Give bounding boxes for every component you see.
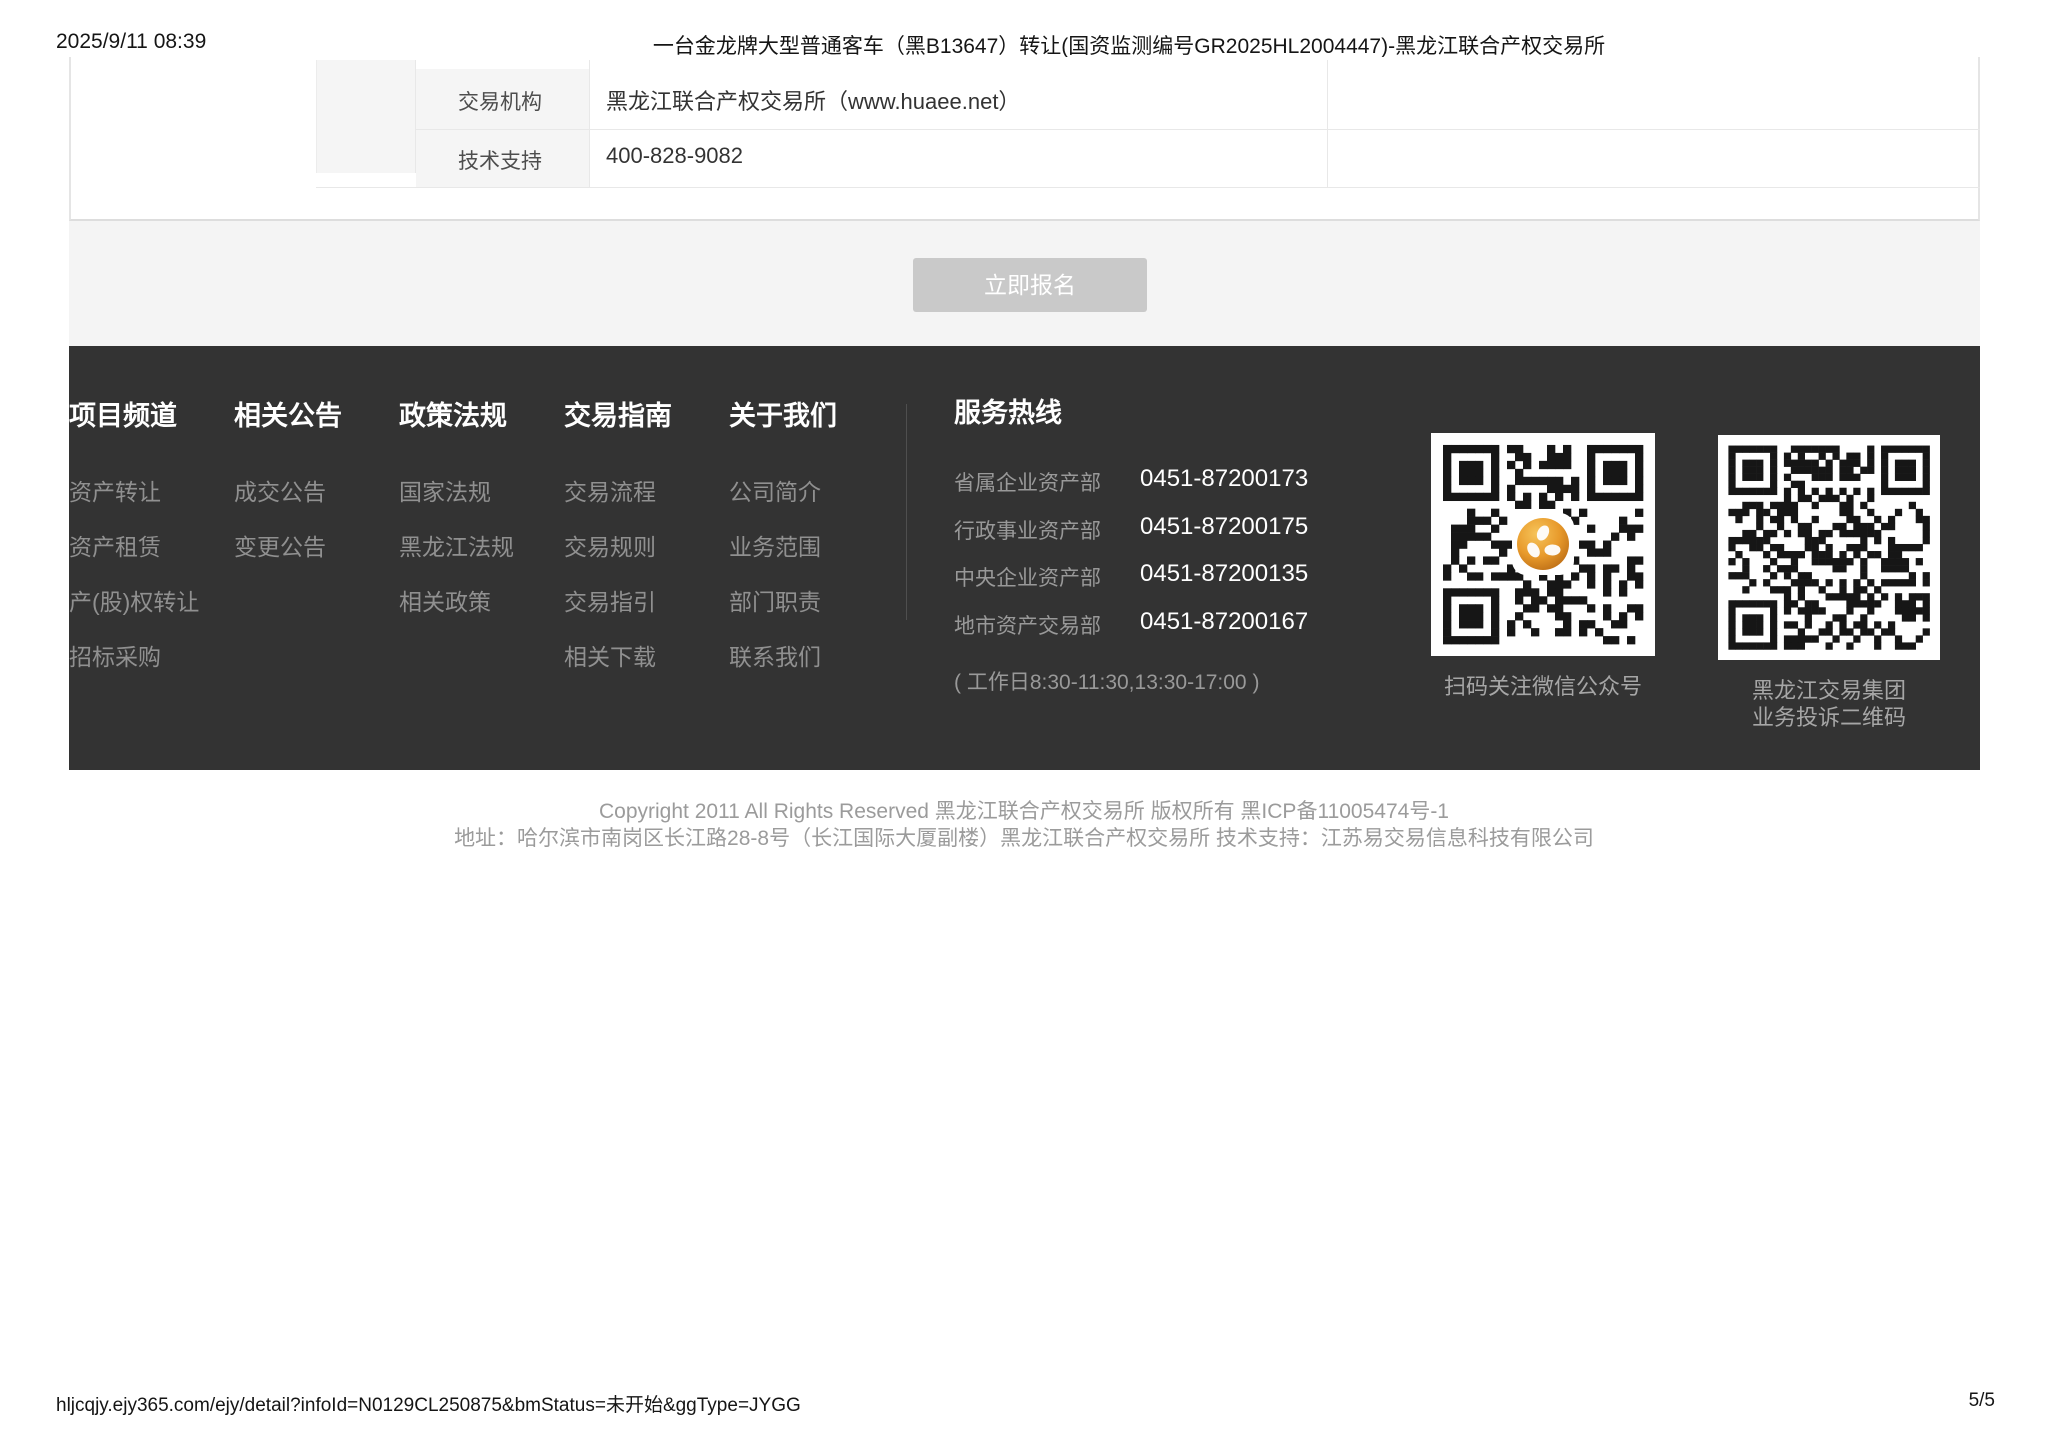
footer-column-3: 政策法规国家法规黑龙江法规相关政策 [399,346,561,770]
print-date: 2025/9/11 08:39 [56,30,206,54]
qr-code-complaint [1718,435,1940,660]
hotline-title: 服务热线 [954,391,1062,430]
footer-column-4: 交易指南交易流程交易规则交易指引相关下载 [564,346,726,770]
qr-wechat-caption: 扫码关注微信公众号 [1421,669,1665,701]
hotline-dept: 中央企业资产部 [954,562,1101,592]
footer-column-title: 项目频道 [69,394,177,433]
footer-link[interactable]: 公司简介 [729,473,821,507]
footer-link[interactable]: 产(股)权转让 [69,583,199,617]
sign-up-button[interactable]: 立即报名 [913,258,1147,312]
footer-link[interactable]: 交易流程 [564,473,656,507]
footer-link[interactable]: 黑龙江法规 [399,528,514,562]
print-page-title: 一台金龙牌大型普通客车（黑B13647）转让(国资监测编号GR2025HL200… [430,30,1828,60]
footer-column-title: 政策法规 [399,394,507,433]
footer-link[interactable]: 相关政策 [399,583,491,617]
footer-link[interactable]: 成交公告 [234,473,326,507]
footer-link[interactable]: 变更公告 [234,528,326,562]
footer-divider [906,404,907,620]
footer-link[interactable]: 招标采购 [69,638,161,672]
print-preview-page: 2025/9/11 08:39 一台金龙牌大型普通客车（黑B13647）转让(国… [0,0,2048,1447]
cta-section: 立即报名 [69,221,1980,346]
footer-column-title: 相关公告 [234,394,342,433]
table-rowspan-cell [316,60,416,173]
footer-column-1: 项目频道资产转让资产租赁产(股)权转让招标采购 [69,346,231,770]
hotline-dept: 地市资产交易部 [954,610,1101,640]
footer-link[interactable]: 资产租赁 [69,528,161,562]
hotline-dept: 省属企业资产部 [954,467,1101,497]
table-label-exchange: 交易机构 [458,86,542,116]
copyright-line2: 地址：哈尔滨市南岗区长江路28-8号（长江国际大厦副楼）黑龙江联合产权交易所 技… [0,822,2048,852]
qr-code-wechat [1431,433,1655,656]
hotline-phone: 0451-87200173 [1140,465,1308,493]
footer-column-5: 关于我们公司简介业务范围部门职责联系我们 [729,346,891,770]
table-value-support: 400-828-9082 [606,143,743,169]
print-source-url: hljcqjy.ejy365.com/ejy/detail?infoId=N01… [56,1390,801,1417]
print-page-number: 5/5 [1969,1390,1995,1412]
hotline-phone: 0451-87200175 [1140,513,1308,541]
hotline-dept: 行政事业资产部 [954,515,1101,545]
footer-link[interactable]: 交易指引 [564,583,656,617]
table-label-support: 技术支持 [458,145,542,175]
footer-link[interactable]: 相关下载 [564,638,656,672]
exchange-logo-icon [1511,512,1575,576]
table-value-exchange: 黑龙江联合产权交易所（www.huaee.net） [606,84,1020,116]
copyright-line1: Copyright 2011 All Rights Reserved 黑龙江联合… [0,795,2048,825]
table-border [316,187,1980,188]
hotline-working-hours: ( 工作日8:30-11:30,13:30-17:00 ) [954,666,1259,696]
table-border [589,60,590,187]
footer-link[interactable]: 国家法规 [399,473,491,507]
footer-column-2: 相关公告成交公告变更公告 [234,346,396,770]
footer-link[interactable]: 业务范围 [729,528,821,562]
hotline-phone: 0451-87200135 [1140,560,1308,588]
hotline-phone: 0451-87200167 [1140,608,1308,636]
footer-link[interactable]: 资产转让 [69,473,161,507]
footer-column-title: 关于我们 [729,394,837,433]
site-footer: 服务热线 ( 工作日8:30-11:30,13:30-17:00 ) [69,346,1980,770]
table-border [1327,60,1328,187]
footer-link[interactable]: 交易规则 [564,528,656,562]
footer-column-title: 交易指南 [564,394,672,433]
footer-link[interactable]: 部门职责 [729,583,821,617]
table-border [416,129,1980,130]
footer-link[interactable]: 联系我们 [729,638,821,672]
qr-complaint-caption-line2: 业务投诉二维码 [1708,700,1950,732]
